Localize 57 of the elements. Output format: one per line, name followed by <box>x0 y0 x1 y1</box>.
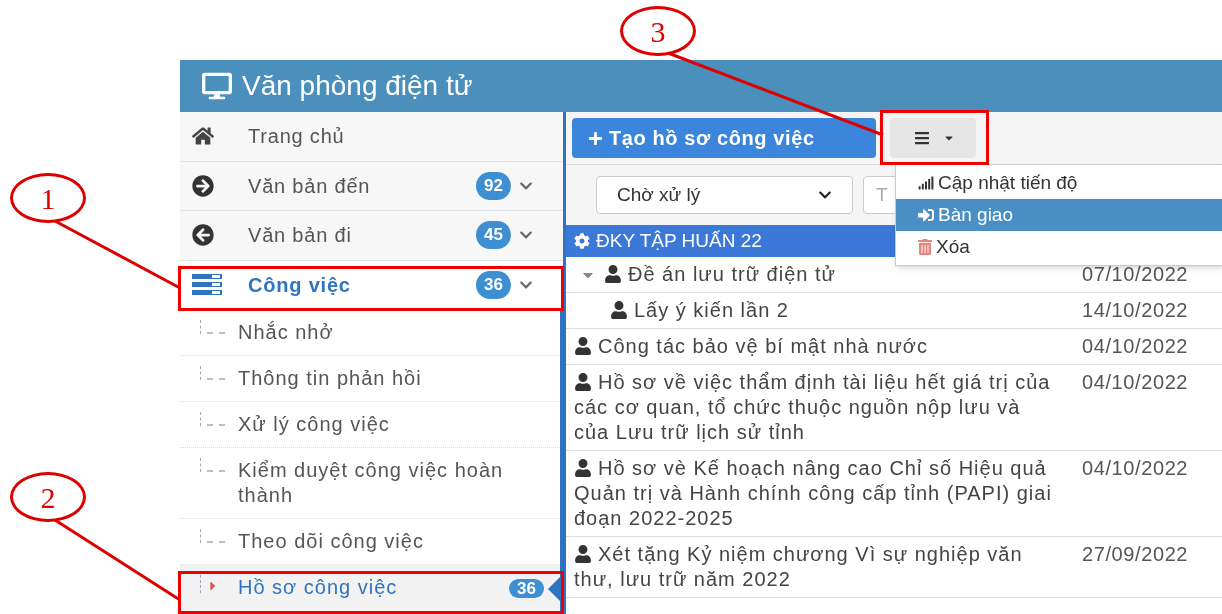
callout-number: 2 <box>10 472 86 522</box>
task-title: Hồ sơ vè Kế hoạch nâng cao Chỉ số Hiệu quả Quản trị và Hành chính công cấp tỉnh (PAPI) giai đoạn 2022-2025 <box>574 456 1053 531</box>
user-icon <box>574 337 592 355</box>
user-icon <box>604 265 622 283</box>
date-cell-text: 04/10/2022 <box>1082 334 1190 359</box>
date-cell-text: 14/10/2022 <box>1082 298 1190 323</box>
gear-icon <box>574 233 590 249</box>
submenu-label: Theo dõi công việc <box>238 529 425 554</box>
signal-icon <box>918 176 934 190</box>
task-title: Xét tặng Kỷ niệm chương Vì sự nghiệp văn thư, lưu trữ năm 2022 <box>574 542 1024 592</box>
submenu-label: Xử lý công việc <box>238 412 391 437</box>
sidebar-label: Công việc <box>248 272 352 298</box>
submenu-label: Kiểm duyệt công việc hoàn thành <box>238 458 505 508</box>
trash-icon <box>918 239 932 255</box>
sidebar-label: Văn bản đến <box>248 173 372 199</box>
user-icon <box>574 459 592 477</box>
table-row[interactable]: Xét tặng Kỷ niệm chương Vì sự nghiệp văn thư, lưu trữ năm 2022 27/09/2022 <box>566 537 1222 598</box>
task-title: Hồ sơ về việc thẩm định tài liệu hết giá trị của các cơ quan, tổ chức thuộc nguồn nộp lưu và của Lưu trữ lịch sử tỉnh <box>574 370 1052 445</box>
menu-button[interactable] <box>890 118 976 158</box>
create-button[interactable]: Tạo hồ sơ công việc <box>572 118 876 158</box>
date-cell-text: 04/10/2022 <box>1082 456 1190 481</box>
arrow-left-icon <box>192 224 214 247</box>
count-badge: 45 <box>476 221 511 250</box>
table-row[interactable]: Hồ sơ vè Kế hoạch nâng cao Chỉ số Hiệu quả Quản trị và Hành chính công cấp tỉnh (PAPI) giai đoạn 2022-2025 04/10/2022 <box>566 451 1222 537</box>
count-badge: 36 <box>476 270 511 299</box>
table-row[interactable]: Hồ sơ về việc thẩm định tài liệu hết giá trị của các cơ quan, tổ chức thuộc nguồn nộp lưu và của Lưu trữ lịch sử tỉnh 04/10/2022 <box>566 365 1222 451</box>
monitor-icon <box>202 72 232 100</box>
count-badge: 92 <box>476 171 511 200</box>
date-cell-text: 07/10/2022 <box>1082 262 1190 287</box>
date-cell-text: 04/10/2022 <box>1082 370 1190 395</box>
count-badge: 36 <box>509 579 544 598</box>
submenu-label: Nhắc nhở <box>238 320 335 345</box>
date-cell-text: 27/09/2022 <box>1082 542 1190 567</box>
user-icon <box>610 301 628 319</box>
home-icon <box>192 125 214 148</box>
list-icon <box>192 273 222 296</box>
menu-item[interactable]: Cập nhật tiến độ <box>896 167 1222 199</box>
task-title: Công tác bảo vệ bí mật nhà nước <box>574 334 928 359</box>
callout-number: 3 <box>620 6 696 56</box>
sidebar-label: Trang chủ <box>248 124 346 150</box>
submenu-label: Thông tin phản hồi <box>238 366 423 391</box>
callout-number: 1 <box>10 173 86 223</box>
task-title: Lấy ý kiến lần 2 <box>610 298 789 323</box>
sign-in-icon <box>918 207 934 223</box>
submenu-label: Hồ sơ công việc <box>238 575 399 600</box>
group-title: ĐKY TẬP HUẤN 22 <box>596 228 762 253</box>
status-select[interactable]: Chờ xử lý <box>596 176 853 214</box>
sidebar-label: Văn bản đi <box>248 223 353 249</box>
table-row[interactable]: Công tác bảo vệ bí mật nhà nước 04/10/2022 <box>566 329 1222 365</box>
pointer-arrow <box>548 577 560 601</box>
app-title: Văn phòng điện tử <box>242 69 473 103</box>
user-icon <box>574 373 592 391</box>
arrow-right-icon <box>192 174 214 197</box>
user-icon <box>574 545 592 563</box>
table-row[interactable]: Lấy ý kiến lần 2 14/10/2022 <box>566 293 1222 329</box>
task-title: Đề án lưu trữ điện tử <box>604 262 836 287</box>
plus-icon <box>588 130 603 146</box>
